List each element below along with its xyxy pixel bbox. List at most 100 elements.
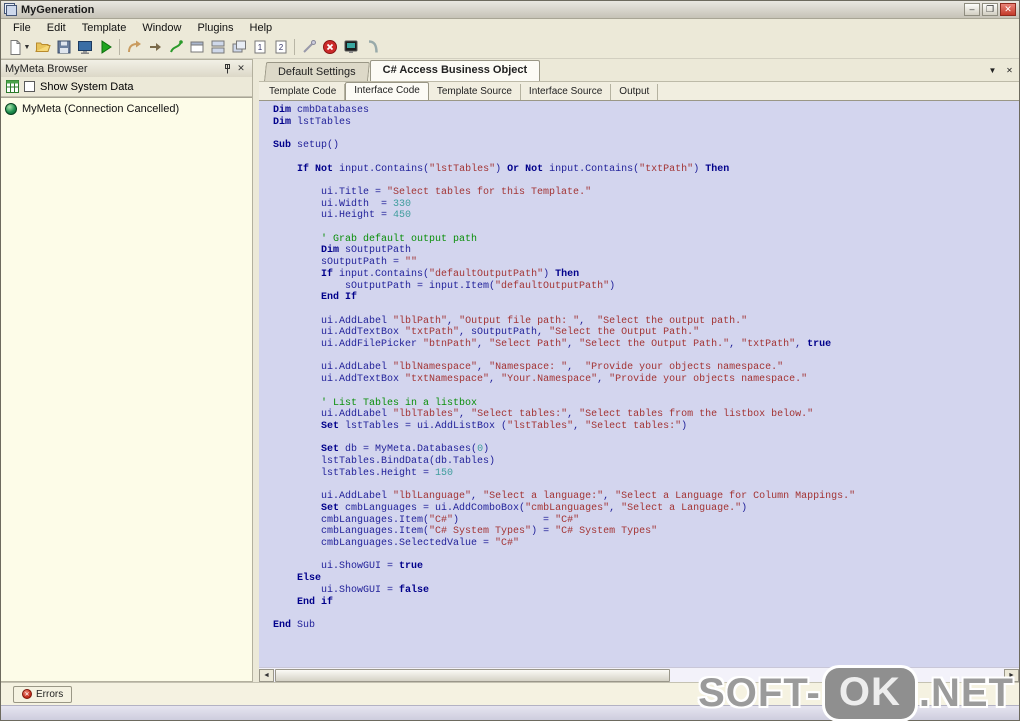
- table-icon: [6, 80, 19, 93]
- doc-tab-label: C# Access Business Object: [382, 64, 528, 76]
- errors-tab[interactable]: Errors: [13, 685, 73, 703]
- code-line: ui.Width = 330: [273, 198, 412, 210]
- code-line: ' List Tables in a listbox: [321, 397, 478, 409]
- panel-close-icon[interactable]: ✕: [234, 62, 248, 75]
- document-area: Default Settings C# Access Business Objec…: [259, 59, 1019, 682]
- title-bar[interactable]: MyGeneration – ❐ ✕: [1, 1, 1019, 19]
- menu-plugins[interactable]: Plugins: [189, 21, 241, 35]
- window-frame-button[interactable]: [186, 37, 207, 57]
- tree-item-mymeta[interactable]: MyMeta (Connection Cancelled): [5, 103, 248, 115]
- doc-tab-default-settings[interactable]: Default Settings: [264, 62, 370, 81]
- connect-button[interactable]: [298, 37, 319, 57]
- code-line: Set db = MyMeta.Databases(0): [321, 444, 490, 456]
- view-tab-template-source[interactable]: Template Source: [429, 84, 521, 100]
- watermark-text-left: SOFT-: [698, 671, 821, 715]
- dropdown-caret-icon[interactable]: ▼: [24, 44, 31, 51]
- view-tabs: Template Code Interface Code Template Sour…: [259, 81, 1019, 100]
- scrollbar-thumb[interactable]: [275, 669, 671, 682]
- mymeta-browser-header: MyMeta Browser ✕: [1, 60, 252, 77]
- code-line: ui.Height = 450: [273, 210, 412, 222]
- minimize-button[interactable]: –: [964, 3, 980, 16]
- doc-close-icon[interactable]: ✕: [1002, 63, 1017, 78]
- tile-windows-button[interactable]: [207, 37, 228, 57]
- document-1-button[interactable]: 1: [249, 37, 270, 57]
- menu-edit[interactable]: Edit: [39, 21, 74, 35]
- toolbar-separator: [119, 39, 120, 55]
- code-editor[interactable]: Dim cmbDatabases Dim lstTables Sub setup(…: [259, 100, 1019, 667]
- watermark-text-right: .NET: [918, 671, 1014, 715]
- forward-arrow-button[interactable]: [144, 37, 165, 57]
- code-line: sOutputPath = "": [273, 257, 418, 269]
- new-template-button[interactable]: ▼: [5, 37, 32, 57]
- code-line: ui.ShowGUI = true: [273, 561, 424, 573]
- code-line: cmbLanguages.SelectedValue = "C#": [273, 538, 520, 550]
- code-line: Dim lstTables: [273, 116, 352, 128]
- code-line: ui.AddLabel "lblLanguage", "Select a lan…: [273, 491, 856, 503]
- refresh-button[interactable]: [361, 37, 382, 57]
- softok-watermark: SOFT- OK .NET: [698, 668, 1014, 719]
- document-tabs: Default Settings C# Access Business Objec…: [259, 59, 1019, 81]
- restore-button[interactable]: ❐: [982, 3, 998, 16]
- menu-bar: File Edit Template Window Plugins Help: [1, 19, 1019, 36]
- toolbar-separator: [294, 39, 295, 55]
- window-title: MyGeneration: [21, 3, 95, 16]
- menu-help[interactable]: Help: [242, 21, 281, 35]
- toolbar: ▼ 1 2: [1, 36, 1019, 59]
- run-script-button[interactable]: [165, 37, 186, 57]
- view-tab-interface-code[interactable]: Interface Code: [345, 82, 429, 100]
- code-line: ui.ShowGUI = false: [273, 584, 430, 596]
- pin-icon[interactable]: [220, 62, 234, 75]
- menu-file[interactable]: File: [5, 21, 39, 35]
- console-dark-button[interactable]: [340, 37, 361, 57]
- code-line: ui.AddTextBox "txtNamespace", "Your.Name…: [273, 374, 808, 386]
- menu-window[interactable]: Window: [134, 21, 189, 35]
- doc-tab-c-access-business-object[interactable]: C# Access Business Object: [369, 60, 541, 81]
- view-tab-template-code[interactable]: Template Code: [261, 84, 346, 100]
- database-globe-icon: [5, 103, 17, 115]
- errors-tab-label: Errors: [36, 688, 64, 700]
- scroll-left-icon[interactable]: ◄: [259, 669, 274, 682]
- code-line: ui.Title = "Select tables for this Templ…: [273, 186, 592, 198]
- open-button[interactable]: [32, 37, 53, 57]
- dos-console-button[interactable]: [74, 37, 95, 57]
- main-body: MyMeta Browser ✕ Show System Data MyMeta…: [1, 59, 1019, 682]
- watermark-ok-badge: OK: [824, 668, 915, 719]
- menu-template[interactable]: Template: [74, 21, 135, 35]
- close-button[interactable]: ✕: [1000, 3, 1016, 16]
- document-2-button[interactable]: 2: [270, 37, 291, 57]
- execute-template-button[interactable]: [95, 37, 116, 57]
- stop-button[interactable]: [319, 37, 340, 57]
- view-tab-output[interactable]: Output: [611, 84, 659, 100]
- code-line: End Sub: [273, 619, 316, 631]
- code-line: End If: [321, 292, 358, 304]
- view-tab-interface-source[interactable]: Interface Source: [521, 84, 612, 100]
- redo-arrow-button[interactable]: [123, 37, 144, 57]
- doc-tab-label: Default Settings: [277, 66, 356, 78]
- checkbox-label: Show System Data: [40, 80, 134, 93]
- code-line: Sub setup(): [273, 140, 340, 152]
- save-button[interactable]: [53, 37, 74, 57]
- code-line: ui.AddLabel "lblTables", "Select tables:…: [273, 409, 814, 421]
- show-system-data-checkbox[interactable]: [24, 81, 35, 92]
- code-line: If Not input.Contains("lstTables") Or No…: [297, 163, 730, 175]
- cascade-windows-button[interactable]: [228, 37, 249, 57]
- code-line: lstTables.Height = 150: [273, 467, 454, 479]
- code-line: Dim sOutputPath: [321, 245, 412, 257]
- tree-item-label: MyMeta (Connection Cancelled): [22, 103, 180, 115]
- code-line: If input.Contains("defaultOutputPath") T…: [321, 268, 580, 280]
- panel-title: MyMeta Browser: [5, 62, 88, 75]
- tab-list-dropdown-icon[interactable]: ▼: [985, 63, 1000, 78]
- code-line: Else: [297, 573, 322, 585]
- error-icon: [22, 689, 32, 699]
- code-line: Set cmbLanguages = ui.AddComboBox("cmbLa…: [321, 502, 748, 514]
- svg-text:2: 2: [278, 43, 283, 52]
- code-line: ui.AddLabel "lblPath", "Output file path…: [273, 315, 748, 327]
- mymeta-tree[interactable]: MyMeta (Connection Cancelled): [1, 97, 252, 681]
